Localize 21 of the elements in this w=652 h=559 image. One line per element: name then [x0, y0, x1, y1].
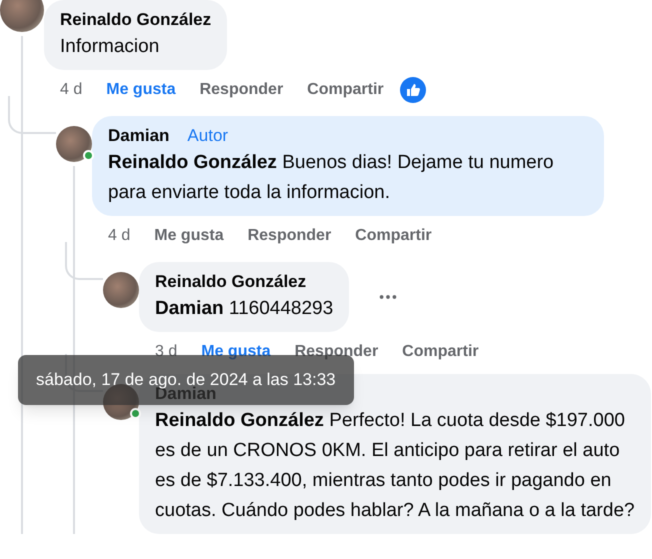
comment-text: Reinaldo González Perfecto! La cuota desde $197.000 es de un CRONOS 0KM. El anticipo para retirar el auto es de $7.133.400, mientras tanto podes ir pagando en cuotas. Cuándo podes hablar? A la mañana o a la tarde? [155, 409, 635, 523]
comment-action[interactable]: Responder [200, 78, 284, 102]
avatar[interactable] [0, 0, 44, 32]
comment-action[interactable]: Responder [248, 224, 332, 248]
author-name[interactable]: Reinaldo González [155, 270, 306, 294]
comment-action[interactable]: Me gusta [154, 224, 224, 248]
comment-text: Damian 1160448293 [155, 297, 334, 321]
comment-action[interactable]: Compartir [402, 340, 479, 364]
author-badge-label: Autor [187, 125, 228, 147]
timestamp[interactable]: 4 d [60, 78, 82, 102]
comment-action[interactable]: Compartir [355, 224, 432, 248]
comment-action[interactable]: Compartir [307, 78, 384, 102]
avatar[interactable] [56, 126, 92, 162]
comment-text: Reinaldo González Buenos dias! Dejame tu numero para enviarte toda la informacion. [108, 151, 555, 205]
comment-text: Informacion [60, 35, 160, 59]
author-name[interactable]: Reinaldo González [60, 8, 212, 32]
author-name[interactable]: Damian [108, 124, 170, 148]
avatar[interactable] [103, 272, 139, 308]
comment-action[interactable]: Me gusta [106, 78, 176, 102]
timestamp[interactable]: 4 d [108, 224, 130, 248]
thumbs-up-icon [400, 77, 426, 103]
